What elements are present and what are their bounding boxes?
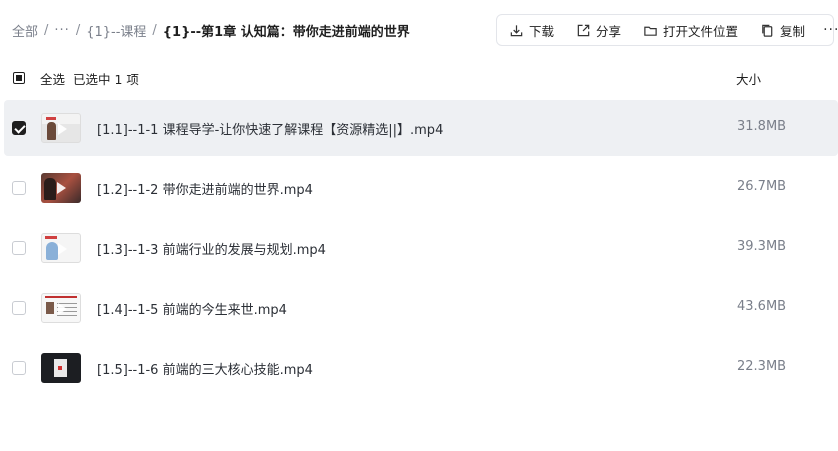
copy-label: 复制: [780, 23, 806, 39]
breadcrumb-root[interactable]: 全部: [12, 21, 38, 40]
file-name[interactable]: [1.5]--1-6 前端的三大核心技能.mp4: [97, 359, 313, 378]
file-size: 39.3MB: [737, 239, 787, 254]
file-name[interactable]: [1.3]--1-3 前端行业的发展与规划.mp4: [97, 239, 326, 258]
open-location-label: 打开文件位置: [663, 23, 739, 39]
row-checkbox[interactable]: [12, 181, 26, 195]
row-checkbox[interactable]: [12, 241, 26, 255]
file-row[interactable]: [1.4]--1-5 前端的今生来世.mp4 43.6MB: [0, 280, 838, 336]
file-row[interactable]: [1.1]--1-1 课程导学-让你快速了解课程【资源精选||】.mp4 31.…: [4, 100, 838, 156]
row-checkbox[interactable]: [12, 301, 26, 315]
file-row[interactable]: [1.2]--1-2 带你走进前端的世界.mp4 26.7MB: [0, 160, 838, 216]
selection-summary: 全选 已选中 1 项: [40, 69, 139, 88]
file-name[interactable]: [1.2]--1-2 带你走进前端的世界.mp4: [97, 179, 313, 198]
file-row[interactable]: [1.5]--1-6 前端的三大核心技能.mp4 22.3MB: [0, 340, 838, 396]
video-thumbnail: [41, 233, 81, 263]
file-name[interactable]: [1.4]--1-5 前端的今生来世.mp4: [97, 299, 287, 318]
file-size: 43.6MB: [737, 299, 787, 314]
share-icon: [577, 24, 590, 36]
download-button[interactable]: 下载: [507, 18, 556, 42]
play-icon: [58, 243, 67, 255]
play-icon: [58, 303, 67, 315]
file-size: 26.7MB: [737, 179, 787, 194]
breadcrumb-separator: /: [44, 22, 49, 38]
open-location-button[interactable]: 打开文件位置: [641, 18, 740, 42]
list-header: 全选 已选中 1 项 大小: [0, 66, 838, 90]
download-icon: [510, 24, 523, 36]
file-list: [1.1]--1-1 课程导学-让你快速了解课程【资源精选||】.mp4 31.…: [0, 100, 838, 400]
video-thumbnail: [41, 113, 81, 143]
action-toolbar: 下载 分享 打开文件位置 复制 ···: [496, 14, 838, 46]
size-column-header[interactable]: 大小: [736, 69, 761, 88]
file-size: 31.8MB: [737, 119, 787, 134]
file-size: 22.3MB: [737, 359, 787, 374]
video-thumbnail: [41, 173, 81, 203]
select-all-label[interactable]: 全选: [40, 72, 65, 87]
breadcrumb-separator: /: [75, 22, 81, 38]
download-label: 下载: [529, 23, 555, 39]
select-all-checkbox[interactable]: [13, 72, 25, 84]
file-row[interactable]: [1.3]--1-3 前端行业的发展与规划.mp4 39.3MB: [0, 220, 838, 276]
play-icon: [58, 123, 67, 135]
copy-button[interactable]: 复制: [758, 18, 807, 42]
copy-icon: [762, 24, 773, 37]
folder-icon: [644, 26, 657, 36]
video-thumbnail: [41, 293, 81, 323]
more-actions-button[interactable]: ···: [819, 22, 838, 38]
selected-count-label: 已选中 1 项: [72, 71, 139, 87]
row-checkbox[interactable]: [12, 121, 26, 135]
breadcrumb-parent[interactable]: {1}--课程: [86, 21, 146, 40]
breadcrumb-current: {1}--第1章 认知篇：带你走进前端的世界: [162, 24, 410, 40]
breadcrumb: 全部 / ··· / {1}--课程 / {1}--第1章 认知篇：带你走进前端…: [12, 20, 410, 40]
file-name[interactable]: [1.1]--1-1 课程导学-让你快速了解课程【资源精选||】.mp4: [97, 119, 443, 138]
share-button[interactable]: 分享: [574, 18, 623, 42]
breadcrumb-ellipsis[interactable]: ···: [54, 23, 69, 38]
row-checkbox[interactable]: [12, 361, 26, 375]
breadcrumb-separator: /: [152, 22, 157, 38]
play-icon: [57, 182, 66, 194]
video-thumbnail: [41, 353, 81, 383]
share-label: 分享: [596, 23, 622, 39]
